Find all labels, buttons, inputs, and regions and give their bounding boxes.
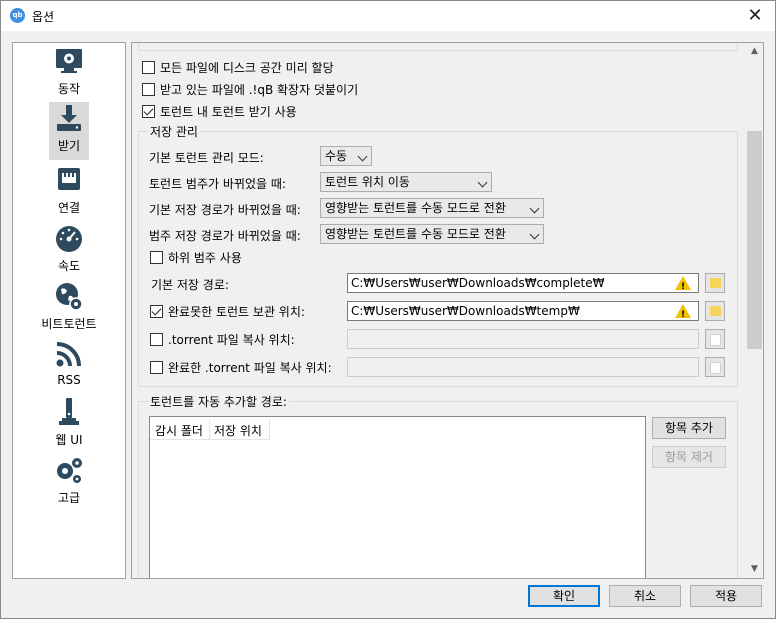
- previous-group-box: [138, 43, 738, 51]
- category-path-changed-value: 영향받는 토런트를 수동 모드로 전환: [325, 227, 506, 241]
- column-divider: [209, 419, 210, 439]
- category-changed-value: 토런트 위치 이동: [325, 175, 410, 189]
- sidebar-item-label: 연결: [57, 201, 81, 215]
- sidebar-item-downloads[interactable]: 받기: [49, 102, 89, 160]
- sidebar-item-web-ui[interactable]: 웹 UI: [49, 396, 89, 452]
- append-qb-extension-checkbox[interactable]: [142, 83, 155, 96]
- ok-button[interactable]: 확인: [528, 585, 600, 607]
- incomplete-path-browse-button[interactable]: [705, 301, 725, 321]
- copy-torrent-path-input[interactable]: [347, 329, 699, 349]
- network-port-icon: [58, 168, 80, 190]
- default-path-changed-label: 기본 저장 경로가 바뀌었을 때:: [149, 203, 301, 217]
- scrollbar-thumb[interactable]: [747, 131, 762, 349]
- scroll-up-icon[interactable]: ▲: [746, 43, 763, 60]
- default-save-path-label: 기본 저장 경로:: [151, 278, 229, 292]
- storage-management-title: 저장 관리: [148, 123, 200, 140]
- category-path-changed-label: 범주 저장 경로가 바뀌었을 때:: [149, 229, 301, 243]
- incomplete-path-input[interactable]: C:₩Users₩user₩Downloads₩temp₩: [347, 301, 699, 321]
- remove-folder-button[interactable]: 항목 제거: [652, 446, 726, 468]
- incomplete-path-checkbox[interactable]: [150, 305, 163, 318]
- preallocate-label: 모든 파일에 디스크 공간 미리 할당: [160, 61, 334, 75]
- incomplete-path-value: C:₩Users₩user₩Downloads₩temp₩: [351, 304, 580, 318]
- copy-torrent-browse-button[interactable]: [705, 329, 725, 349]
- sidebar-item-label: 비트토런트: [41, 317, 97, 331]
- scroll-down-icon[interactable]: ▼: [746, 561, 763, 578]
- speedometer-icon: [56, 226, 82, 252]
- warning-icon: [675, 304, 691, 320]
- globe-gear-icon: [56, 283, 83, 311]
- table-header: 감시 폴더 저장 위치: [150, 417, 270, 440]
- sidebar-item-bittorrent[interactable]: 비트토런트: [41, 280, 97, 336]
- default-mode-label: 기본 토런트 관리 모드:: [149, 151, 264, 165]
- sidebar-item-label: 고급: [57, 491, 81, 505]
- chevron-down-icon: [477, 177, 488, 188]
- column-divider: [269, 419, 270, 439]
- downloads-settings-pane: 모든 파일에 디스크 공간 미리 할당 받고 있는 파일에 .!qB 확장자 덧…: [131, 42, 748, 579]
- folder-icon: [710, 306, 721, 316]
- gears-icon: [57, 458, 82, 483]
- auto-add-title: 토런트를 자동 추가할 경로:: [148, 393, 289, 410]
- window-title: 옵션: [32, 10, 55, 24]
- copy-finished-torrent-label: 완료한 .torrent 파일 복사 위치:: [168, 361, 332, 375]
- download-icon: [57, 105, 81, 131]
- add-folder-button[interactable]: 항목 추가: [652, 417, 726, 439]
- sidebar-item-label: 받기: [57, 139, 81, 153]
- copy-finished-torrent-browse-button[interactable]: [705, 357, 725, 377]
- category-path-changed-select[interactable]: 영향받는 토런트를 수동 모드로 전환: [320, 224, 544, 244]
- folder-icon: [710, 334, 721, 346]
- web-ui-icon: [59, 398, 79, 425]
- subcategories-checkbox[interactable]: [150, 251, 163, 264]
- close-button[interactable]: ✕: [735, 1, 775, 31]
- incomplete-path-label: 완료못한 토런트 보관 위치:: [168, 305, 305, 319]
- sidebar-item-label: 동작: [57, 82, 81, 96]
- copy-finished-torrent-checkbox[interactable]: [150, 361, 163, 374]
- vertical-scrollbar[interactable]: ▲ ▼: [746, 42, 764, 579]
- sidebar-item-speed[interactable]: 속도: [49, 222, 89, 278]
- default-save-path-browse-button[interactable]: [705, 273, 725, 293]
- sidebar-item-connection[interactable]: 연결: [49, 164, 89, 220]
- append-qb-extension-label: 받고 있는 파일에 .!qB 확장자 덧붙이기: [160, 83, 359, 97]
- sidebar-item-advanced[interactable]: 고급: [49, 454, 89, 510]
- preallocate-checkbox[interactable]: [142, 61, 155, 74]
- default-path-changed-select[interactable]: 영향받는 토런트를 수동 모드로 전환: [320, 198, 544, 218]
- folder-icon: [710, 362, 721, 374]
- category-sidebar: 동작 받기 연결 속도 비트토런트 RSS 웹 UI 고급: [12, 42, 126, 579]
- column-header-watched-folder[interactable]: 감시 폴더: [155, 422, 203, 439]
- default-mode-select[interactable]: 수동: [320, 146, 372, 166]
- default-mode-value: 수동: [325, 149, 348, 163]
- title-bar[interactable]: qb 옵션 ✕: [1, 1, 775, 31]
- sidebar-item-behavior[interactable]: 동작: [49, 45, 89, 101]
- monitor-gear-icon: [56, 49, 82, 73]
- default-save-path-value: C:₩Users₩user₩Downloads₩complete₩: [351, 276, 605, 290]
- qbittorrent-app-icon: qb: [10, 8, 25, 23]
- chevron-down-icon: [529, 229, 540, 240]
- folder-icon: [710, 278, 721, 288]
- rss-icon: [56, 342, 81, 367]
- warning-icon: [675, 276, 691, 292]
- torrent-in-torrent-checkbox[interactable]: [142, 105, 155, 118]
- watched-folders-table[interactable]: 감시 폴더 저장 위치: [149, 416, 646, 578]
- sidebar-item-rss[interactable]: RSS: [49, 338, 89, 394]
- default-save-path-input[interactable]: C:₩Users₩user₩Downloads₩complete₩: [347, 273, 699, 293]
- chevron-down-icon: [529, 203, 540, 214]
- sidebar-item-label: RSS: [57, 373, 81, 387]
- category-changed-label: 토런트 범주가 바뀌었을 때:: [149, 177, 286, 191]
- default-path-changed-value: 영향받는 토런트를 수동 모드로 전환: [325, 201, 506, 215]
- sidebar-item-label: 웹 UI: [55, 433, 83, 447]
- category-changed-select[interactable]: 토런트 위치 이동: [320, 172, 492, 192]
- column-header-save-location[interactable]: 저장 위치: [214, 422, 262, 439]
- apply-button[interactable]: 적용: [690, 585, 762, 607]
- copy-finished-torrent-path-input[interactable]: [347, 357, 699, 377]
- torrent-in-torrent-label: 토런트 내 토런트 받기 사용: [160, 105, 297, 119]
- cancel-button[interactable]: 취소: [609, 585, 681, 607]
- subcategories-label: 하위 범주 사용: [168, 251, 242, 265]
- copy-torrent-label: .torrent 파일 복사 위치:: [168, 333, 295, 347]
- sidebar-item-label: 속도: [57, 259, 81, 273]
- copy-torrent-checkbox[interactable]: [150, 333, 163, 346]
- chevron-down-icon: [357, 151, 368, 162]
